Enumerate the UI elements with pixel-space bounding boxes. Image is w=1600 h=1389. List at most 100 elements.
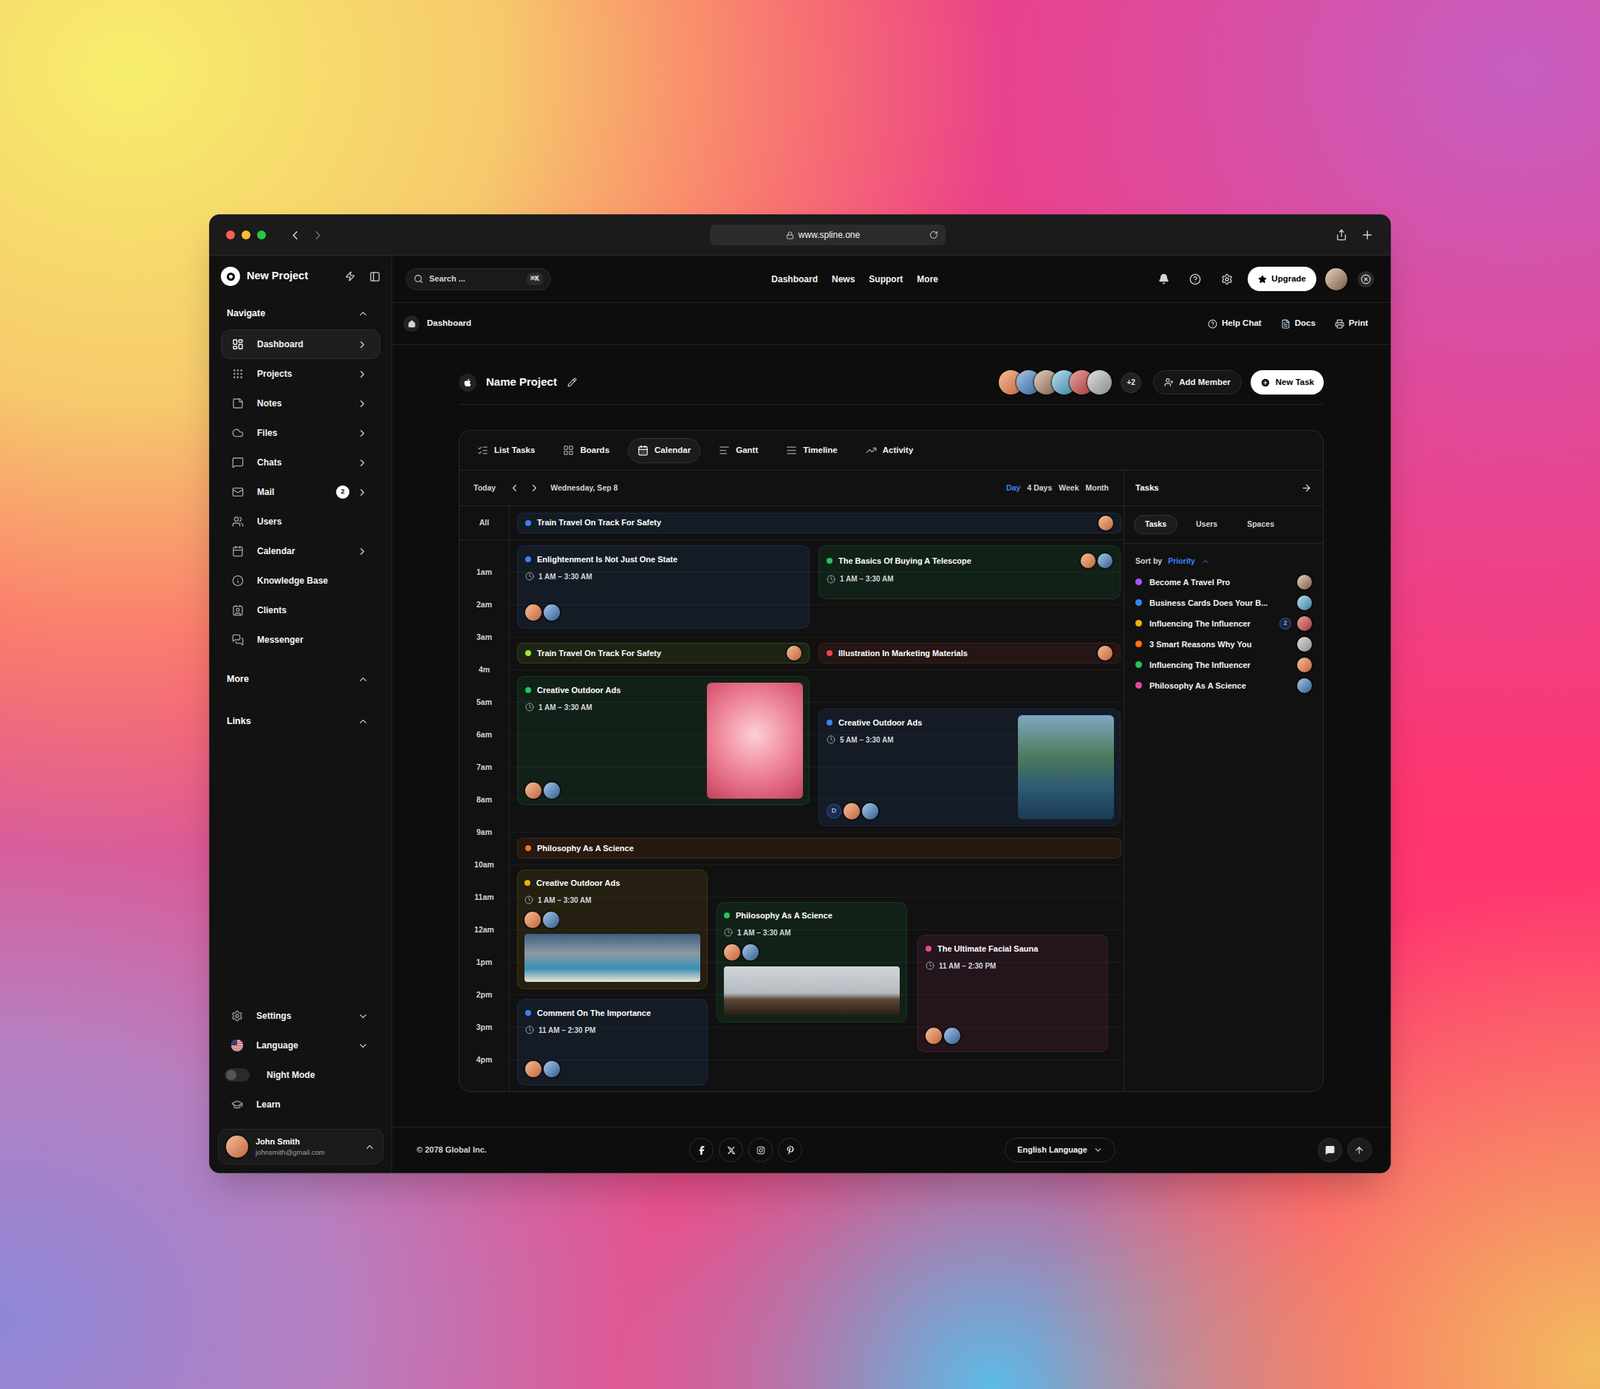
section-header[interactable]: Navigate <box>209 301 392 326</box>
sidebar-bottom-item[interactable]: Night Mode <box>220 1060 381 1090</box>
task-item[interactable]: Philosophy As A Science <box>1135 675 1312 696</box>
task-item[interactable]: Become A Travel Pro <box>1135 571 1312 593</box>
event-card[interactable]: Enlightenment Is Not Just One State1 AM … <box>517 545 810 629</box>
user-card[interactable]: John Smithjohnsmith@gmail.com <box>217 1128 384 1165</box>
avatar[interactable] <box>1097 553 1113 569</box>
avatar[interactable] <box>1297 678 1312 693</box>
sort-row[interactable]: Sort byPriority <box>1124 555 1323 568</box>
sidebar-item[interactable]: Messenger <box>220 624 381 655</box>
avatar[interactable] <box>1087 370 1112 395</box>
event-bar[interactable]: Illustration In Marketing Materials <box>818 642 1121 664</box>
view-tab[interactable]: Boards <box>553 438 620 464</box>
view-tab[interactable]: Gantt <box>709 438 768 464</box>
event-bar[interactable]: Train Travel On Track For Safety <box>517 642 810 664</box>
search-field[interactable]: Search ...⌘K <box>405 268 552 291</box>
avatar[interactable] <box>723 944 741 961</box>
breadcrumb-action[interactable]: Docs <box>1280 316 1316 330</box>
night-mode-toggle[interactable] <box>224 1068 250 1082</box>
event-card[interactable]: Comment On The Importance11 AM – 2:30 PM <box>517 998 708 1086</box>
panel-tab[interactable]: Users <box>1184 514 1229 535</box>
task-item[interactable]: 3 Smart Reasons Why You <box>1135 633 1312 655</box>
home-button[interactable] <box>403 315 420 332</box>
task-item[interactable]: Influencing The Influencer <box>1135 654 1312 676</box>
sidebar-item[interactable]: Users <box>220 506 381 537</box>
social-button[interactable] <box>718 1137 744 1162</box>
breadcrumb-action[interactable]: Print <box>1334 316 1369 330</box>
avatar[interactable] <box>1297 616 1312 631</box>
close-button[interactable] <box>1357 271 1374 288</box>
avatar[interactable] <box>925 1027 942 1044</box>
avatar[interactable] <box>862 802 879 820</box>
panel-tab[interactable]: Tasks <box>1133 514 1178 535</box>
more-members[interactable]: +2 <box>1120 372 1142 393</box>
top-nav-link[interactable]: Dashboard <box>771 272 818 286</box>
panel-icon[interactable] <box>369 271 381 283</box>
next-icon[interactable] <box>528 482 540 494</box>
task-item[interactable]: Business Cards Does Your B... <box>1135 592 1312 614</box>
view-tab[interactable]: Calendar <box>627 438 701 464</box>
new-tab-icon[interactable] <box>1360 228 1374 242</box>
sidebar-bottom-item[interactable]: Language <box>220 1030 381 1061</box>
sidebar-item[interactable]: Knowledge Base <box>220 565 381 596</box>
forward-icon[interactable] <box>310 228 326 243</box>
bell-icon[interactable] <box>1158 273 1170 285</box>
new-task-button[interactable]: New Task <box>1250 370 1324 395</box>
share-icon[interactable] <box>1335 228 1348 241</box>
event-bar[interactable]: Train Travel On Track For Safety <box>517 512 1122 534</box>
logo-icon[interactable] <box>220 266 241 286</box>
avatar[interactable] <box>1297 595 1312 611</box>
avatar[interactable] <box>525 782 542 799</box>
avatar[interactable] <box>944 1027 961 1044</box>
avatar[interactable] <box>543 604 560 621</box>
language-select[interactable]: English Language <box>1004 1137 1116 1162</box>
top-nav-link[interactable]: More <box>916 272 939 286</box>
avatar[interactable] <box>786 645 802 661</box>
section-header[interactable]: Links <box>209 709 392 733</box>
event-bar[interactable]: Philosophy As A Science <box>517 837 1122 859</box>
avatar[interactable] <box>1097 645 1113 661</box>
url-bar[interactable]: www.spline.one <box>709 224 946 246</box>
sidebar-item[interactable]: Mail2 <box>220 477 381 507</box>
edit-icon[interactable] <box>567 377 577 388</box>
event-card[interactable]: The Basics Of Buying A Telescope1 AM – 3… <box>818 545 1121 600</box>
sidebar-item[interactable]: Chats <box>220 447 381 478</box>
range-option[interactable]: Week <box>1058 482 1079 495</box>
view-tab[interactable]: Timeline <box>776 438 847 464</box>
avatar[interactable] <box>1325 268 1348 291</box>
avatar[interactable] <box>1297 636 1312 652</box>
event-card[interactable]: Creative Outdoor Ads1 AM – 3:30 AM <box>517 869 708 990</box>
breadcrumb-action[interactable]: Help Chat <box>1207 316 1262 330</box>
zoom-light[interactable] <box>257 230 266 240</box>
avatar[interactable] <box>543 782 560 799</box>
avatar[interactable] <box>1080 553 1096 569</box>
avatar[interactable] <box>742 944 759 961</box>
range-option[interactable]: 4 Days <box>1026 482 1052 495</box>
event-card[interactable]: The Ultimate Facial Sauna11 AM – 2:30 PM <box>917 934 1109 1052</box>
upgrade-button[interactable]: Upgrade <box>1247 266 1317 292</box>
scroll-top-button[interactable] <box>1347 1137 1372 1162</box>
sidebar-item[interactable]: Dashboard <box>220 329 381 360</box>
section-header[interactable]: More <box>209 667 392 691</box>
avatar[interactable] <box>543 1060 560 1078</box>
sidebar-item[interactable]: Projects <box>220 359 381 389</box>
avatar[interactable] <box>1297 574 1312 590</box>
chat-button[interactable] <box>1317 1137 1343 1162</box>
task-item[interactable]: Influencing The Influencer2 <box>1135 613 1312 634</box>
avatar[interactable] <box>226 1135 249 1158</box>
back-icon[interactable] <box>288 228 303 243</box>
avatar[interactable] <box>525 1060 542 1078</box>
add-member-button[interactable]: Add Member <box>1153 370 1242 395</box>
bolt-icon[interactable] <box>344 271 356 282</box>
top-nav-link[interactable]: News <box>831 272 855 286</box>
gear-icon[interactable] <box>1221 273 1233 286</box>
today-button[interactable]: Today <box>473 482 496 495</box>
social-button[interactable] <box>777 1137 803 1162</box>
sidebar-bottom-item[interactable]: Settings <box>220 1000 381 1031</box>
top-nav-link[interactable]: Support <box>868 272 903 286</box>
sidebar-bottom-item[interactable]: Learn <box>220 1089 381 1120</box>
sidebar-item[interactable]: Files <box>220 418 381 448</box>
social-button[interactable] <box>748 1137 773 1162</box>
prev-icon[interactable] <box>508 482 521 494</box>
social-button[interactable] <box>689 1137 714 1162</box>
avatar[interactable] <box>1297 657 1312 673</box>
